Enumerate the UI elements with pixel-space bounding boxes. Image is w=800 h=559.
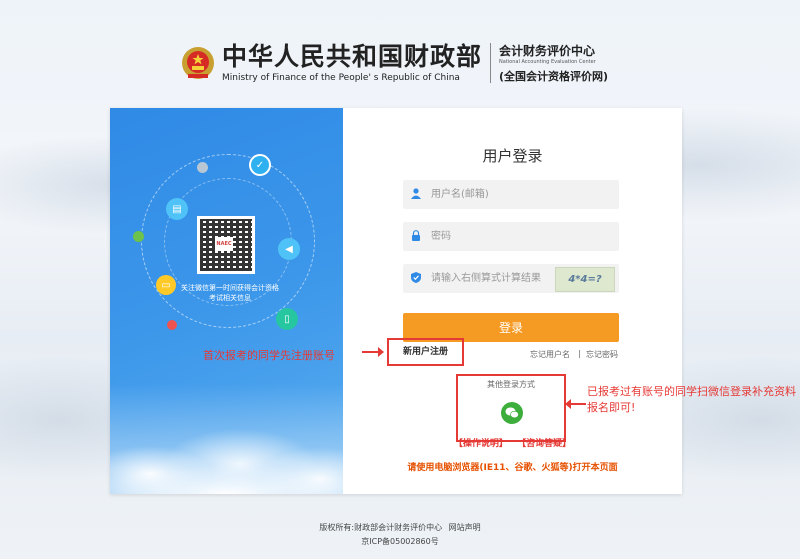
- page-footer: 版权所有:财政部会计财务评价中心 网站声明 京ICP备05002860号: [0, 521, 800, 549]
- national-emblem-icon: [180, 45, 216, 81]
- username-field[interactable]: [403, 180, 619, 209]
- annotation-arrow-right: [565, 399, 586, 409]
- captcha-field[interactable]: 4*4=?: [403, 264, 619, 293]
- megaphone-icon: ◀: [278, 238, 300, 260]
- other-login-title: 其他登录方式: [487, 380, 535, 389]
- login-title: 用户登录: [482, 147, 543, 165]
- other-login-box: 其他登录方式: [456, 374, 566, 442]
- password-input[interactable]: [429, 230, 583, 243]
- ministry-title-en: Ministry of Finance of the People' s Rep…: [222, 73, 460, 83]
- wechat-qr-code: NAEC: [197, 216, 255, 274]
- qr-logo: NAEC: [215, 237, 233, 251]
- wechat-login-icon[interactable]: [501, 402, 523, 424]
- shield-icon: [403, 271, 429, 286]
- keyboard-icon: ▭: [156, 275, 176, 295]
- forgot-username-link[interactable]: 忘记用户名: [530, 349, 570, 360]
- wechat-promo-panel: ✓ ▤ ◀ ▭ ▯ NAEC 关注微信第一时间获得会计资格考试相关信息: [110, 108, 343, 494]
- cloud-decoration: [110, 384, 343, 494]
- shield-check-icon: ✓: [249, 154, 271, 176]
- footer-icp: 京ICP备05002860号: [361, 537, 439, 546]
- document-icon: ▤: [166, 198, 188, 220]
- orbit-dot-gray: [197, 162, 208, 173]
- username-input[interactable]: [429, 188, 583, 201]
- help-links: 【操作说明】 【咨询答疑】: [343, 436, 682, 449]
- password-field[interactable]: [403, 222, 619, 251]
- follow-wechat-text: 关注微信第一时间获得会计资格考试相关信息: [181, 284, 279, 302]
- header-divider: [490, 43, 492, 83]
- consult-link[interactable]: 【咨询答疑】: [517, 439, 571, 449]
- footer-copyright: 版权所有:财政部会计财务评价中心: [319, 523, 443, 532]
- login-card: ✓ ▤ ◀ ▭ ▯ NAEC 关注微信第一时间获得会计资格考试相关信息 用户登录: [110, 108, 682, 494]
- annotation-register: 首次报考的同学先注册账号: [203, 349, 335, 362]
- annotation-wechat: 已报考过有账号的同学扫微信登录补充资料报名即可!: [587, 385, 796, 414]
- center-title-en: National Accounting Evaluation Center: [499, 59, 596, 65]
- captcha-image[interactable]: 4*4=?: [555, 267, 615, 292]
- orbit-dot-red: [167, 320, 177, 330]
- user-icon: [403, 187, 429, 202]
- site-statement-link[interactable]: 网站声明: [449, 523, 481, 532]
- operation-guide-link[interactable]: 【操作说明】: [454, 439, 508, 449]
- mobile-phone-icon: ▯: [276, 308, 298, 330]
- forgot-links-separator: |: [578, 349, 581, 358]
- annotation-arrow-left: [362, 347, 384, 357]
- site-header: 中华人民共和国财政部 Ministry of Finance of the Pe…: [180, 38, 608, 88]
- browser-tip: 请使用电脑浏览器(IE11、谷歌、火狐等)打开本页面: [407, 463, 618, 473]
- forgot-password-link[interactable]: 忘记密码: [586, 349, 618, 360]
- ministry-title-cn: 中华人民共和国财政部: [222, 42, 483, 71]
- center-title-cn: 会计财务评价中心: [499, 44, 596, 58]
- register-link[interactable]: 新用户注册: [387, 338, 464, 366]
- center-subtitle: (全国会计资格评价网): [499, 70, 609, 83]
- lock-icon: [403, 229, 429, 244]
- orbit-dot-green: [133, 231, 144, 242]
